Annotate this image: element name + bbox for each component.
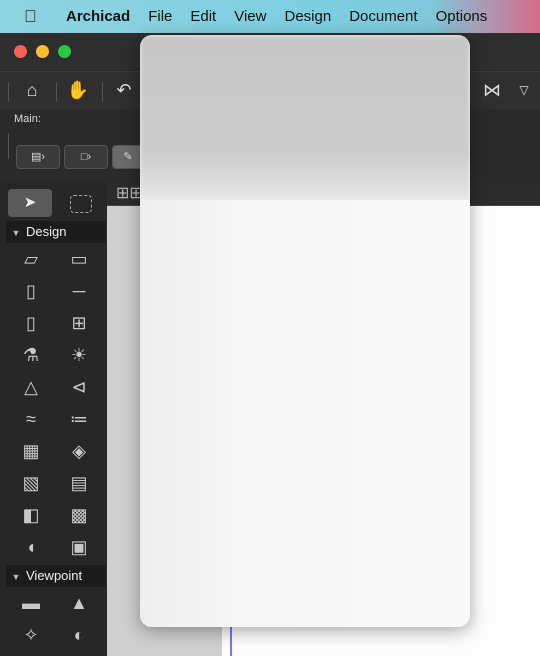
design-section-label: Design (26, 224, 67, 239)
minimize-window-button[interactable] (36, 45, 49, 58)
wall-icon[interactable]: ▱ (16, 245, 46, 273)
menu-bar:  Archicad File Edit View Design Documen… (0, 0, 540, 33)
blurred-popover-panel[interactable] (140, 35, 470, 627)
skylight-icon[interactable]: ◧ (16, 501, 46, 529)
object-icon[interactable]: ⚗ (16, 341, 46, 369)
slab-icon[interactable]: ▭ (64, 245, 94, 273)
undo-icon[interactable]: ↶ (112, 78, 136, 102)
mirror-icon[interactable]: ⋈ (480, 78, 504, 102)
menu-document[interactable]: Document (349, 8, 417, 25)
viewpoint-section-label: Viewpoint (26, 568, 83, 583)
marquee-select-button[interactable] (70, 195, 92, 213)
camera-icon[interactable]: ✧ (16, 621, 46, 649)
toolbox-header: ➤ (0, 183, 107, 221)
home-icon[interactable]: ⌂ (20, 78, 44, 102)
geometry-method-rectangle-button[interactable]: □› (64, 145, 108, 169)
section-icon[interactable]: ▬ (16, 589, 46, 617)
toolbar-separator (102, 82, 103, 102)
stair-icon[interactable]: ≈ (16, 405, 46, 433)
menu-file[interactable]: File (148, 8, 172, 25)
menu-design[interactable]: Design (284, 8, 331, 25)
collapse-triangle-icon: ▼ (11, 228, 21, 238)
door-icon[interactable]: ▯ (16, 309, 46, 337)
beam-icon[interactable]: ─ (64, 277, 94, 305)
tab-grid-icon[interactable]: ⊞⊞ (116, 183, 143, 202)
lamp-icon[interactable]: ☀ (64, 341, 94, 369)
railing-icon[interactable]: ≔ (64, 405, 94, 433)
column-icon[interactable]: ▯ (16, 277, 46, 305)
shell-icon[interactable]: ⊲ (64, 373, 94, 401)
interior-elevation-icon[interactable]: ◐ (64, 621, 94, 649)
menu-app-name[interactable]: Archicad (66, 8, 130, 25)
close-window-button[interactable] (14, 45, 27, 58)
popover-body (140, 200, 470, 627)
infobox-separator (8, 133, 9, 159)
collapse-triangle-icon: ▼ (11, 572, 21, 582)
pan-hand-icon[interactable]: ✋ (66, 78, 90, 102)
zone-stamp-icon[interactable]: ▣ (64, 533, 94, 561)
curtain-wall-icon[interactable]: ▦ (16, 437, 46, 465)
toolbar-separator (8, 82, 9, 102)
main-label: Main: (14, 113, 41, 125)
zoom-window-button[interactable] (58, 45, 71, 58)
mesh-grid-icon[interactable]: ▧ (16, 469, 46, 497)
design-section-header[interactable]: ▼ Design (6, 221, 106, 243)
elevation-icon[interactable]: ▲ (64, 589, 94, 617)
window-icon[interactable]: ⊞ (64, 309, 94, 337)
popover-header-blur (140, 35, 470, 200)
surface-icon[interactable]: ▩ (64, 501, 94, 529)
apple-menu-icon[interactable]:  (24, 7, 54, 27)
arrow-select-button[interactable]: ➤ (8, 189, 52, 217)
morph-icon[interactable]: ◈ (64, 437, 94, 465)
toolbar-overflow-chevron-icon[interactable]: ▽ (512, 78, 536, 102)
geometry-method-polyline-button[interactable]: ▤› (16, 145, 60, 169)
toolbox-palette: ➤ ▼ Design ▱ ▭ ▯ ─ ▯ ⊞ ⚗ ☀ △ ⊲ ≈ ≔ ▦ ◈ ▧ … (0, 183, 107, 656)
menu-edit[interactable]: Edit (190, 8, 216, 25)
menu-options[interactable]: Options (436, 8, 488, 25)
zone-icon[interactable]: ▤ (64, 469, 94, 497)
toolbar-separator (56, 82, 57, 102)
roof-icon[interactable]: △ (16, 373, 46, 401)
menu-view[interactable]: View (234, 8, 266, 25)
viewpoint-section-header[interactable]: ▼ Viewpoint (6, 565, 106, 587)
opening-icon[interactable]: ◖ (16, 533, 46, 561)
